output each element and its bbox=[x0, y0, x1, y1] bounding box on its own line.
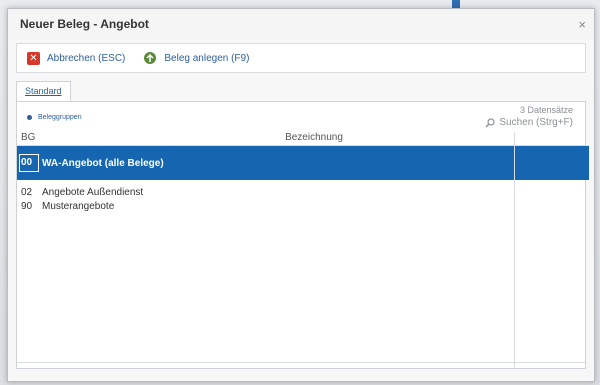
create-document-icon bbox=[144, 52, 157, 64]
cancel-button-label: Abbrechen (ESC) bbox=[47, 52, 126, 64]
create-document-button-label: Beleg anlegen (F9) bbox=[164, 52, 250, 64]
cell-bg: 00 bbox=[19, 154, 39, 172]
tab-standard[interactable]: Standard bbox=[16, 81, 71, 101]
table-row[interactable]: 02 Angebote Außendienst bbox=[17, 185, 589, 199]
column-header-bg[interactable]: BG bbox=[17, 132, 39, 145]
document-groups-panel: Beleggruppen 3 Datensätze Suchen (Strg+F… bbox=[16, 101, 589, 369]
tab-bar: Standard bbox=[16, 81, 586, 101]
groups-label: Beleggruppen bbox=[38, 114, 82, 121]
cancel-button[interactable]: ✕ Abbrechen (ESC) bbox=[27, 51, 126, 65]
record-count: 3 Datensätze bbox=[519, 105, 573, 115]
column-header-bezeichnung[interactable]: Bezeichnung bbox=[39, 132, 589, 145]
column-divider bbox=[514, 132, 515, 368]
panel-header: Beleggruppen 3 Datensätze Suchen (Strg+F… bbox=[17, 102, 585, 132]
toolbar: ✕ Abbrechen (ESC) Beleg anlegen (F9) bbox=[16, 43, 586, 73]
close-icon[interactable]: × bbox=[578, 17, 586, 32]
dialog-title: Neuer Beleg - Angebot bbox=[20, 17, 149, 31]
cancel-icon: ✕ bbox=[27, 51, 40, 65]
cell-bezeichnung: Musterangebote bbox=[42, 200, 115, 212]
create-document-button[interactable]: Beleg anlegen (F9) bbox=[143, 51, 249, 65]
search-button[interactable]: Suchen (Strg+F) bbox=[485, 117, 573, 128]
horizontal-scrollbar[interactable] bbox=[17, 362, 585, 368]
table-row[interactable]: 00 WA-Angebot (alle Belege) bbox=[17, 146, 589, 180]
dialog-titlebar: Neuer Beleg - Angebot × bbox=[8, 9, 594, 39]
cell-bezeichnung: WA-Angebot (alle Belege) bbox=[42, 157, 164, 169]
search-icon bbox=[485, 117, 495, 127]
cell-bg: 90 bbox=[21, 200, 33, 212]
groups-section[interactable]: Beleggruppen bbox=[27, 114, 82, 121]
table-row[interactable]: 90 Musterangebote bbox=[17, 199, 589, 213]
bullet-icon bbox=[27, 115, 32, 120]
table-header: BG Bezeichnung bbox=[17, 132, 589, 146]
groups-table: BG Bezeichnung 00 WA-Angebot (alle Beleg… bbox=[17, 132, 589, 213]
cell-bezeichnung: Angebote Außendienst bbox=[42, 186, 144, 198]
cell-bg: 02 bbox=[21, 186, 33, 198]
new-document-dialog: Neuer Beleg - Angebot × ✕ Abbrechen (ESC… bbox=[7, 8, 595, 382]
search-label: Suchen (Strg+F) bbox=[499, 117, 573, 128]
